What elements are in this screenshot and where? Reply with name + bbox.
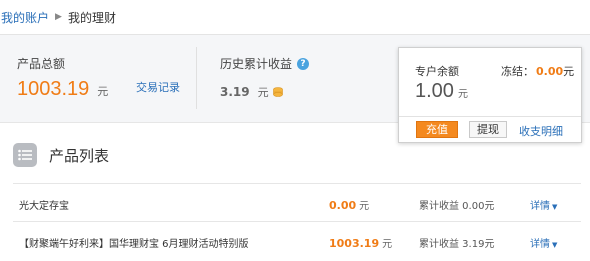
balance-label: 专户余额 <box>415 65 459 78</box>
product-amount: 1003.19 元 <box>329 235 392 250</box>
withdraw-button[interactable]: 提现 <box>469 121 507 138</box>
product-detail-label: 详情 <box>530 239 550 250</box>
product-name: 光大定存宝 <box>19 201 69 212</box>
account-balance-popup: 专户余额 冻结： 0.00元 1.00 元 充值 提现 收支明细 <box>398 47 582 143</box>
help-icon[interactable]: ? <box>297 57 310 70</box>
balance-unit: 元 <box>457 89 468 100</box>
popup-divider <box>399 116 581 117</box>
product-detail-toggle[interactable]: 详情 ▼ <box>530 197 557 212</box>
chevron-down-icon: ▼ <box>552 203 558 211</box>
total-label: 产品总额 <box>17 57 66 71</box>
product-name: 【财聚端午好利来】国华理财宝 6月理财活动特别版 <box>19 239 249 250</box>
product-earnings: 累计收益 3.19元 <box>419 239 495 250</box>
product-amount-unit: 元 <box>382 239 393 250</box>
product-amount: 0.00 元 <box>329 197 369 212</box>
product-list-header: 产品列表 <box>13 143 109 167</box>
product-table: 光大定存宝 0.00 元 累计收益 0.00元 详情 ▼ 【财聚端午好利来】国华理财… <box>13 183 581 259</box>
frozen-amount: 冻结： 0.00元 <box>501 63 574 79</box>
product-detail-label: 详情 <box>530 201 550 212</box>
recharge-button[interactable]: 充值 <box>416 121 458 138</box>
history-label: 历史累计收益 <box>220 57 293 71</box>
table-row: 【财聚端午好利来】国华理财宝 6月理财活动特别版 1003.19 元 累计收益 3… <box>13 221 581 259</box>
table-row: 光大定存宝 0.00 元 累计收益 0.00元 详情 ▼ <box>13 183 581 221</box>
section-title: 产品列表 <box>49 146 110 165</box>
total-value: 1003.19 <box>17 78 90 100</box>
total-block: 产品总额 1003.19 元 <box>17 55 108 101</box>
frozen-label: 冻结： <box>501 65 534 78</box>
history-unit: 元 <box>257 86 269 99</box>
transaction-detail-link[interactable]: 收支明细 <box>519 123 563 139</box>
history-block: 历史累计收益 ? 3.19 元 <box>220 55 310 100</box>
product-amount-value: 1003.19 <box>329 237 380 250</box>
balance-value: 1.00 <box>415 80 454 102</box>
product-amount-value: 0.00 <box>329 199 357 212</box>
list-icon <box>13 143 37 167</box>
product-amount-unit: 元 <box>359 201 370 212</box>
history-value: 3.19 <box>220 85 250 99</box>
chevron-down-icon: ▼ <box>552 241 558 249</box>
product-earnings: 累计收益 0.00元 <box>419 201 495 212</box>
total-unit: 元 <box>97 85 109 98</box>
trade-records-link[interactable]: 交易记录 <box>136 79 180 95</box>
frozen-unit: 元 <box>563 65 575 78</box>
breadcrumb: 我的账户 ▶ 我的理财 <box>0 0 590 35</box>
frozen-value: 0.00 <box>536 65 564 78</box>
breadcrumb-current: 我的理财 <box>67 10 116 25</box>
coin-icon <box>272 87 283 97</box>
summary-divider <box>196 47 197 109</box>
product-detail-toggle[interactable]: 详情 ▼ <box>530 235 557 250</box>
breadcrumb-my-account-link[interactable]: 我的账户 <box>1 9 49 26</box>
breadcrumb-separator-icon: ▶ <box>55 12 62 22</box>
